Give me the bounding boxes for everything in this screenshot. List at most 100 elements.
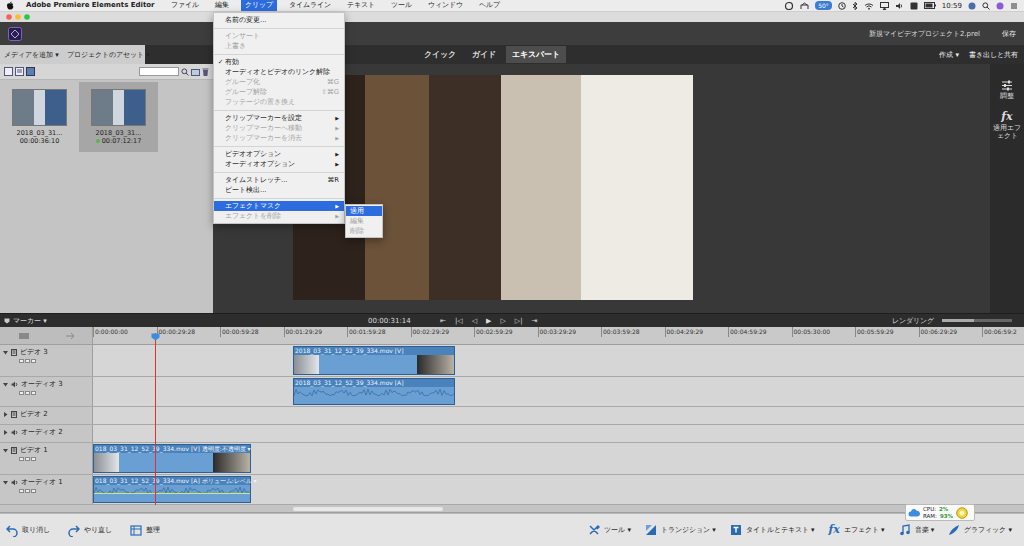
menu-item[interactable]: ツール bbox=[387, 0, 416, 11]
track-toggle[interactable] bbox=[19, 489, 24, 493]
playback-button[interactable]: ⇥ bbox=[532, 317, 538, 325]
video-track: ビデオ 32018_03_31_12_52_39_334.mov [V] bbox=[0, 345, 1024, 377]
asset-item[interactable]: 2018_03_31...00:00:36:10 bbox=[0, 82, 79, 152]
adjust-button[interactable]: 調整 bbox=[991, 80, 1023, 101]
create-button[interactable]: 作成 ▾ bbox=[939, 50, 959, 60]
playback-button[interactable]: ▷| bbox=[515, 317, 523, 325]
asset-item[interactable]: 2018_03_31...00:07:12:17 bbox=[79, 82, 158, 152]
ruler-ticks[interactable]: 0:00:00:0000:00:29:2800:00:59:2800:01:29… bbox=[93, 327, 1024, 344]
title-button[interactable]: タイトルとテキスト ▾ bbox=[730, 524, 815, 536]
save-button[interactable]: 保存 bbox=[1002, 29, 1016, 39]
track-toggle[interactable] bbox=[25, 489, 30, 493]
new-item-icon bbox=[191, 68, 200, 76]
organize-button[interactable]: 整理 bbox=[130, 524, 160, 537]
music-button[interactable]: 音楽 ▾ bbox=[899, 524, 935, 536]
menu-item-label: グループ化 bbox=[225, 77, 260, 87]
disclosure-icon[interactable] bbox=[3, 382, 8, 387]
track-toggle[interactable] bbox=[19, 359, 24, 363]
redo-button[interactable]: やり直し bbox=[68, 524, 112, 537]
menu-item[interactable]: テキスト bbox=[343, 0, 379, 11]
menu-shortcut: ⌘G bbox=[327, 78, 339, 86]
menu-item[interactable]: ✓有効 bbox=[214, 57, 344, 67]
applied-effects-button[interactable]: fx適用エフェクト bbox=[991, 111, 1023, 141]
video-track-icon bbox=[11, 447, 17, 454]
video-clip[interactable]: 2018_03_31_12_52_39_334.mov [V] bbox=[293, 346, 455, 375]
track-toggle[interactable] bbox=[19, 391, 24, 395]
menu-item[interactable]: オーディオとビデオのリンク解除 bbox=[214, 67, 344, 77]
menu-item[interactable]: 名前の変更... bbox=[214, 15, 344, 25]
marker-button[interactable]: マーカー ▾ bbox=[13, 316, 47, 326]
add-media-button[interactable]: メディアを追加 ▾ bbox=[4, 50, 59, 60]
export-share-button[interactable]: 書き出しと共有 bbox=[969, 50, 1018, 60]
assets-search-field[interactable] bbox=[139, 67, 179, 76]
track-toggle[interactable] bbox=[31, 457, 36, 461]
menu-item[interactable]: エフェクトマスク▶ bbox=[214, 201, 344, 211]
redo-icon bbox=[68, 524, 80, 537]
menu-item[interactable]: クリップ bbox=[241, 0, 277, 11]
playhead[interactable] bbox=[155, 333, 156, 505]
transition-button[interactable]: トランジション ▾ bbox=[645, 524, 716, 536]
track-toggle[interactable] bbox=[19, 457, 24, 461]
clip-thumbnail bbox=[213, 453, 250, 472]
playback-button[interactable]: ▶ bbox=[486, 317, 491, 325]
menu-item[interactable]: オーディオオプション▶ bbox=[214, 159, 344, 169]
track-toggle[interactable] bbox=[25, 359, 30, 363]
disclosure-icon[interactable] bbox=[3, 480, 8, 485]
menu-item[interactable]: タイムストレッチ...⌘R bbox=[214, 175, 344, 185]
graphics-button[interactable]: グラフィック ▾ bbox=[948, 524, 1012, 536]
disclosure-icon[interactable] bbox=[3, 448, 8, 453]
menu-item[interactable]: ビート検出... bbox=[214, 185, 344, 195]
render-button[interactable]: レンダリング bbox=[892, 316, 934, 326]
timeline-scrollbar[interactable] bbox=[0, 505, 1024, 513]
track-lane: 018_03_31_12_52_39_334.mov [A] ボリューム:レベル… bbox=[93, 475, 1024, 504]
menu-item[interactable]: ファイル bbox=[167, 0, 203, 11]
cloud-icon bbox=[908, 508, 920, 517]
marker-menu[interactable]: マーカー ▾ bbox=[4, 316, 368, 326]
menu-item[interactable]: クリップマーカーを設定▶ bbox=[214, 113, 344, 123]
tools-button[interactable]: ツール ▾ bbox=[588, 524, 631, 536]
undo-button[interactable]: 取り消し bbox=[6, 524, 50, 537]
time-machine-icon bbox=[800, 2, 809, 10]
playback-button[interactable]: ▷ bbox=[500, 317, 505, 325]
side-label: 調整 bbox=[1000, 93, 1014, 101]
track-toggle[interactable] bbox=[31, 489, 36, 493]
zoom-slider[interactable] bbox=[942, 319, 1012, 322]
playback-button[interactable]: ◁ bbox=[472, 317, 477, 325]
menu-item[interactable]: 編集 bbox=[211, 0, 233, 11]
audio-clip[interactable]: 2018_03_31_12_52_39_334.mov [A] bbox=[293, 378, 455, 405]
menu-item[interactable]: ヘルプ bbox=[475, 0, 504, 11]
disclosure-icon[interactable] bbox=[3, 430, 8, 435]
side-label: 適用エフェクト bbox=[991, 125, 1023, 141]
bluetooth-icon bbox=[852, 2, 858, 10]
menu-item[interactable]: タイムライン bbox=[285, 0, 335, 11]
disclosure-icon[interactable] bbox=[3, 412, 8, 417]
track-toggle[interactable] bbox=[31, 391, 36, 395]
apple-icon bbox=[6, 1, 14, 10]
track-toggle[interactable] bbox=[25, 457, 30, 461]
video-clip[interactable]: 018_03_31_12_52_39_334.mov [V] 透明度:不透明度 … bbox=[93, 444, 251, 473]
volume-line[interactable] bbox=[94, 493, 250, 494]
mode-tab[interactable]: エキスパート bbox=[506, 46, 566, 63]
scroll-thumb[interactable] bbox=[293, 507, 443, 511]
effect-mask-submenu: 適用編集削除 bbox=[345, 204, 383, 238]
playback-button[interactable]: |◁ bbox=[455, 317, 463, 325]
ruler-tick: 00:05:59:29 bbox=[855, 327, 919, 337]
menu-item[interactable]: ウィンドウ bbox=[424, 0, 467, 11]
project-assets-button[interactable]: プロジェクトのアセット ▾ bbox=[67, 50, 150, 60]
track-toggle[interactable] bbox=[31, 359, 36, 363]
submenu-item[interactable]: 適用 bbox=[346, 206, 382, 216]
mode-tab[interactable]: クイック bbox=[418, 46, 462, 63]
cpu-value: 2% bbox=[939, 506, 948, 513]
track-toggle[interactable] bbox=[25, 391, 30, 395]
menu-item-label: クリップマーカーを消去 bbox=[225, 133, 302, 143]
ruler-tick: 00:01:59:28 bbox=[347, 327, 411, 337]
mode-tab[interactable]: ガイド bbox=[466, 46, 502, 63]
playback-button[interactable]: ⇤ bbox=[440, 317, 446, 325]
submenu-arrow: ▶ bbox=[335, 115, 339, 121]
menu-item[interactable]: ビデオオプション▶ bbox=[214, 149, 344, 159]
disclosure-icon[interactable] bbox=[3, 350, 8, 355]
audio-clip[interactable]: 018_03_31_12_52_39_334.mov [A] ボリューム:レベル… bbox=[93, 476, 251, 503]
menu-item-label: ビート検出... bbox=[225, 185, 266, 195]
app-menu[interactable]: Adobe Premiere Elements Editor bbox=[22, 0, 159, 11]
fx-button[interactable]: fxエフェクト ▾ bbox=[828, 524, 884, 536]
